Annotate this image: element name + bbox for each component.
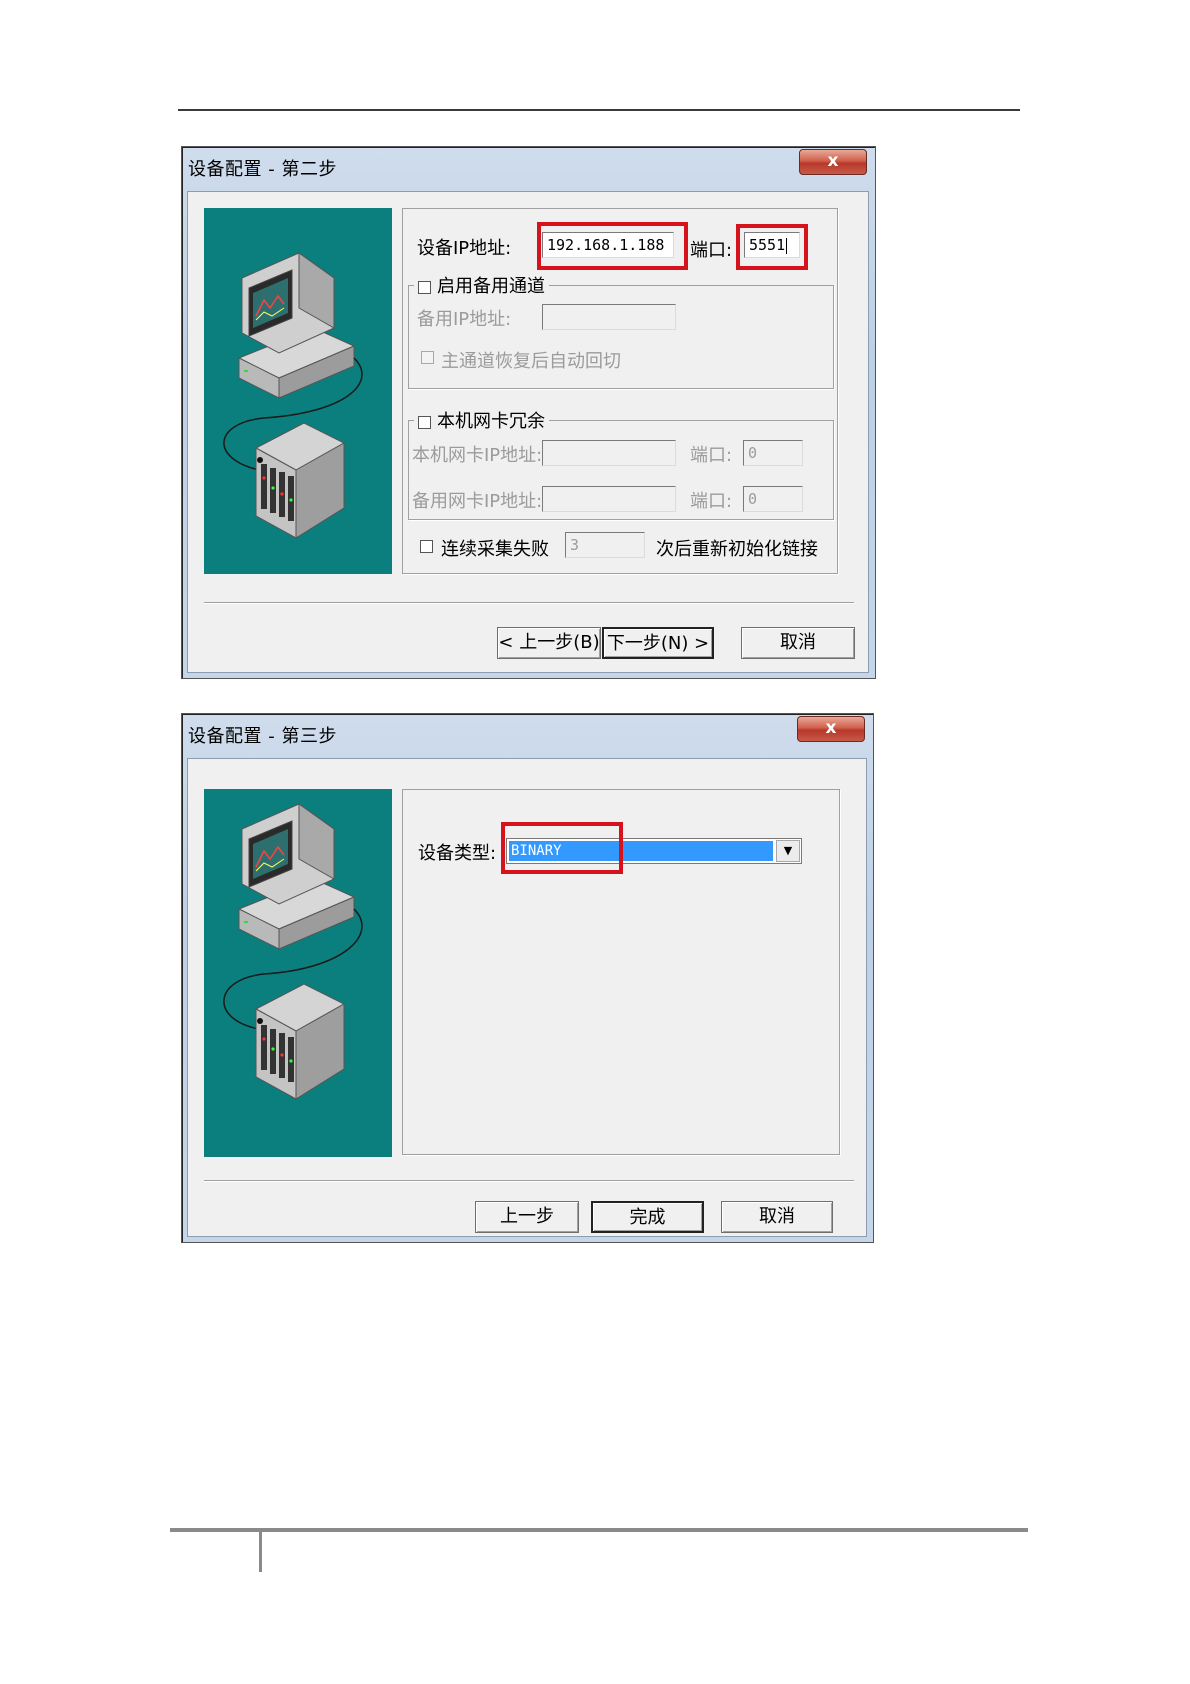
auto-switch-label: 主通道恢复后自动回切 [441, 351, 621, 372]
finish-button[interactable]: 完成 [591, 1201, 704, 1233]
reconnect-prefix-label: 连续采集失败 [441, 539, 549, 560]
backup-ip-label: 备用IP地址: [417, 309, 512, 330]
device-ip-label: 设备IP地址: [417, 238, 512, 259]
dropdown-arrow-icon[interactable]: ▼ [776, 840, 800, 862]
ip-highlight-box [537, 222, 688, 270]
button-separator [204, 1180, 854, 1182]
backup-channel-checkbox[interactable] [418, 280, 431, 294]
wizard-illustration [204, 208, 392, 574]
button-separator [204, 602, 854, 604]
backup-channel-label: 启用备用通道 [437, 276, 545, 297]
nic-redundancy-checkbox[interactable] [418, 415, 431, 429]
dialog-client-area: 设备类型: BINARY ▼ 上一步 完成 取消 [187, 758, 867, 1237]
window-title: 设备配置 - 第三步 [188, 726, 337, 747]
reconnect-suffix-label: 次后重新初始化链接 [656, 539, 818, 560]
computer-icon [237, 803, 356, 950]
prev-step-button[interactable]: 上一步 [475, 1201, 579, 1233]
device-config-step3-dialog: 设备配置 - 第三步 x 设备类型: BINARY ▼ 上一步 完成 取消 [181, 713, 874, 1243]
page-header-rule [178, 109, 1020, 111]
close-button[interactable]: x [799, 149, 867, 175]
auto-switch-checkbox[interactable] [421, 351, 434, 364]
reconnect-count-input[interactable]: 3 [565, 532, 645, 558]
port-label: 端口: [690, 240, 733, 261]
cancel-button[interactable]: 取消 [721, 1201, 833, 1233]
backup-nic-ip-input[interactable] [542, 486, 676, 512]
window-title: 设备配置 - 第二步 [188, 159, 337, 180]
wizard-illustration [204, 789, 392, 1157]
dialog-client-area: 设备IP地址: 192.168.1.188 端口: 5551 启用备用通道 备用… [187, 191, 869, 673]
nic-redundancy-label: 本机网卡冗余 [437, 411, 545, 432]
backup-channel-legend[interactable]: 启用备用通道 [414, 272, 549, 298]
device-config-step2-dialog: 设备配置 - 第二步 x 设备IP地址: 192.168.1.188 端口: 5… [181, 146, 876, 679]
nic-redundancy-legend[interactable]: 本机网卡冗余 [414, 407, 549, 433]
backup-ip-input[interactable] [542, 304, 676, 330]
backup-port-label: 端口: [690, 491, 733, 512]
plc-rack-icon [254, 422, 346, 539]
computer-icon [237, 252, 356, 399]
local-port-label: 端口: [690, 445, 733, 466]
page-footer-rule [170, 1528, 1028, 1532]
reconnect-checkbox[interactable] [420, 540, 433, 553]
backup-port-input[interactable]: 0 [743, 486, 803, 512]
next-step-button[interactable]: 下一步(N) > [602, 627, 714, 659]
prev-step-button[interactable]: < 上一步(B) [497, 627, 601, 659]
close-button[interactable]: x [797, 716, 865, 742]
backup-nic-ip-label: 备用网卡IP地址: [412, 491, 543, 512]
close-icon: x [825, 718, 837, 738]
backup-channel-group [408, 285, 834, 389]
local-port-input[interactable]: 0 [743, 440, 803, 466]
local-nic-ip-label: 本机网卡IP地址: [412, 445, 543, 466]
cancel-button[interactable]: 取消 [741, 627, 855, 659]
local-nic-ip-input[interactable] [542, 440, 676, 466]
page-footer-tick [259, 1530, 262, 1572]
device-type-label: 设备类型: [418, 843, 497, 864]
close-icon: x [827, 151, 839, 171]
port-highlight-box [736, 224, 808, 270]
device-type-highlight-box [501, 822, 623, 874]
plc-rack-icon [254, 983, 346, 1100]
